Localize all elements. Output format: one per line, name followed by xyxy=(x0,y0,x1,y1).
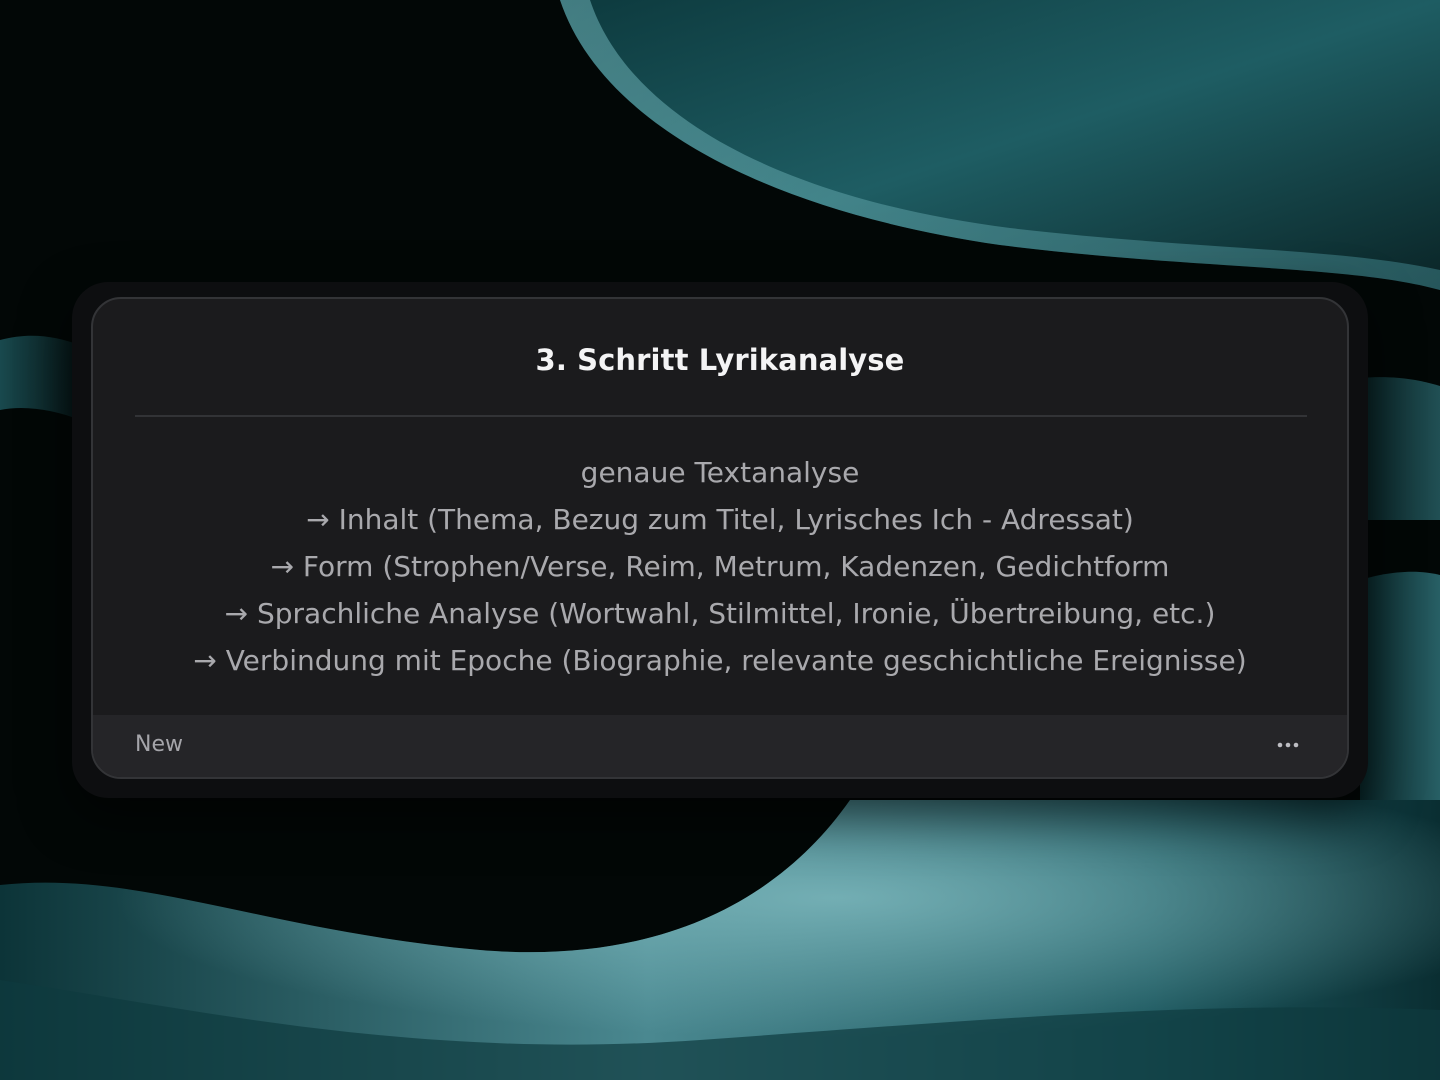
card-line: → Verbindung mit Epoche (Biographie, rel… xyxy=(193,644,1247,677)
card-footer: New xyxy=(93,715,1347,777)
more-horizontal-icon xyxy=(1277,742,1299,748)
status-label: New xyxy=(135,732,183,757)
card-divider xyxy=(135,415,1307,417)
card-line: → Form (Strophen/Verse, Reim, Metrum, Ka… xyxy=(270,550,1170,583)
more-options-button[interactable] xyxy=(1271,729,1305,761)
card-line: → Inhalt (Thema, Bezug zum Titel, Lyrisc… xyxy=(306,503,1134,536)
note-card[interactable]: 3. Schritt Lyrikanalyse genaue Textanaly… xyxy=(91,297,1349,779)
card-title: 3. Schritt Lyrikanalyse xyxy=(535,343,905,377)
card-body: genaue Textanalyse → Inhalt (Thema, Bezu… xyxy=(113,449,1327,684)
card-line: → Sprachliche Analyse (Wortwahl, Stilmit… xyxy=(224,597,1216,630)
card-line: genaue Textanalyse xyxy=(580,456,860,489)
